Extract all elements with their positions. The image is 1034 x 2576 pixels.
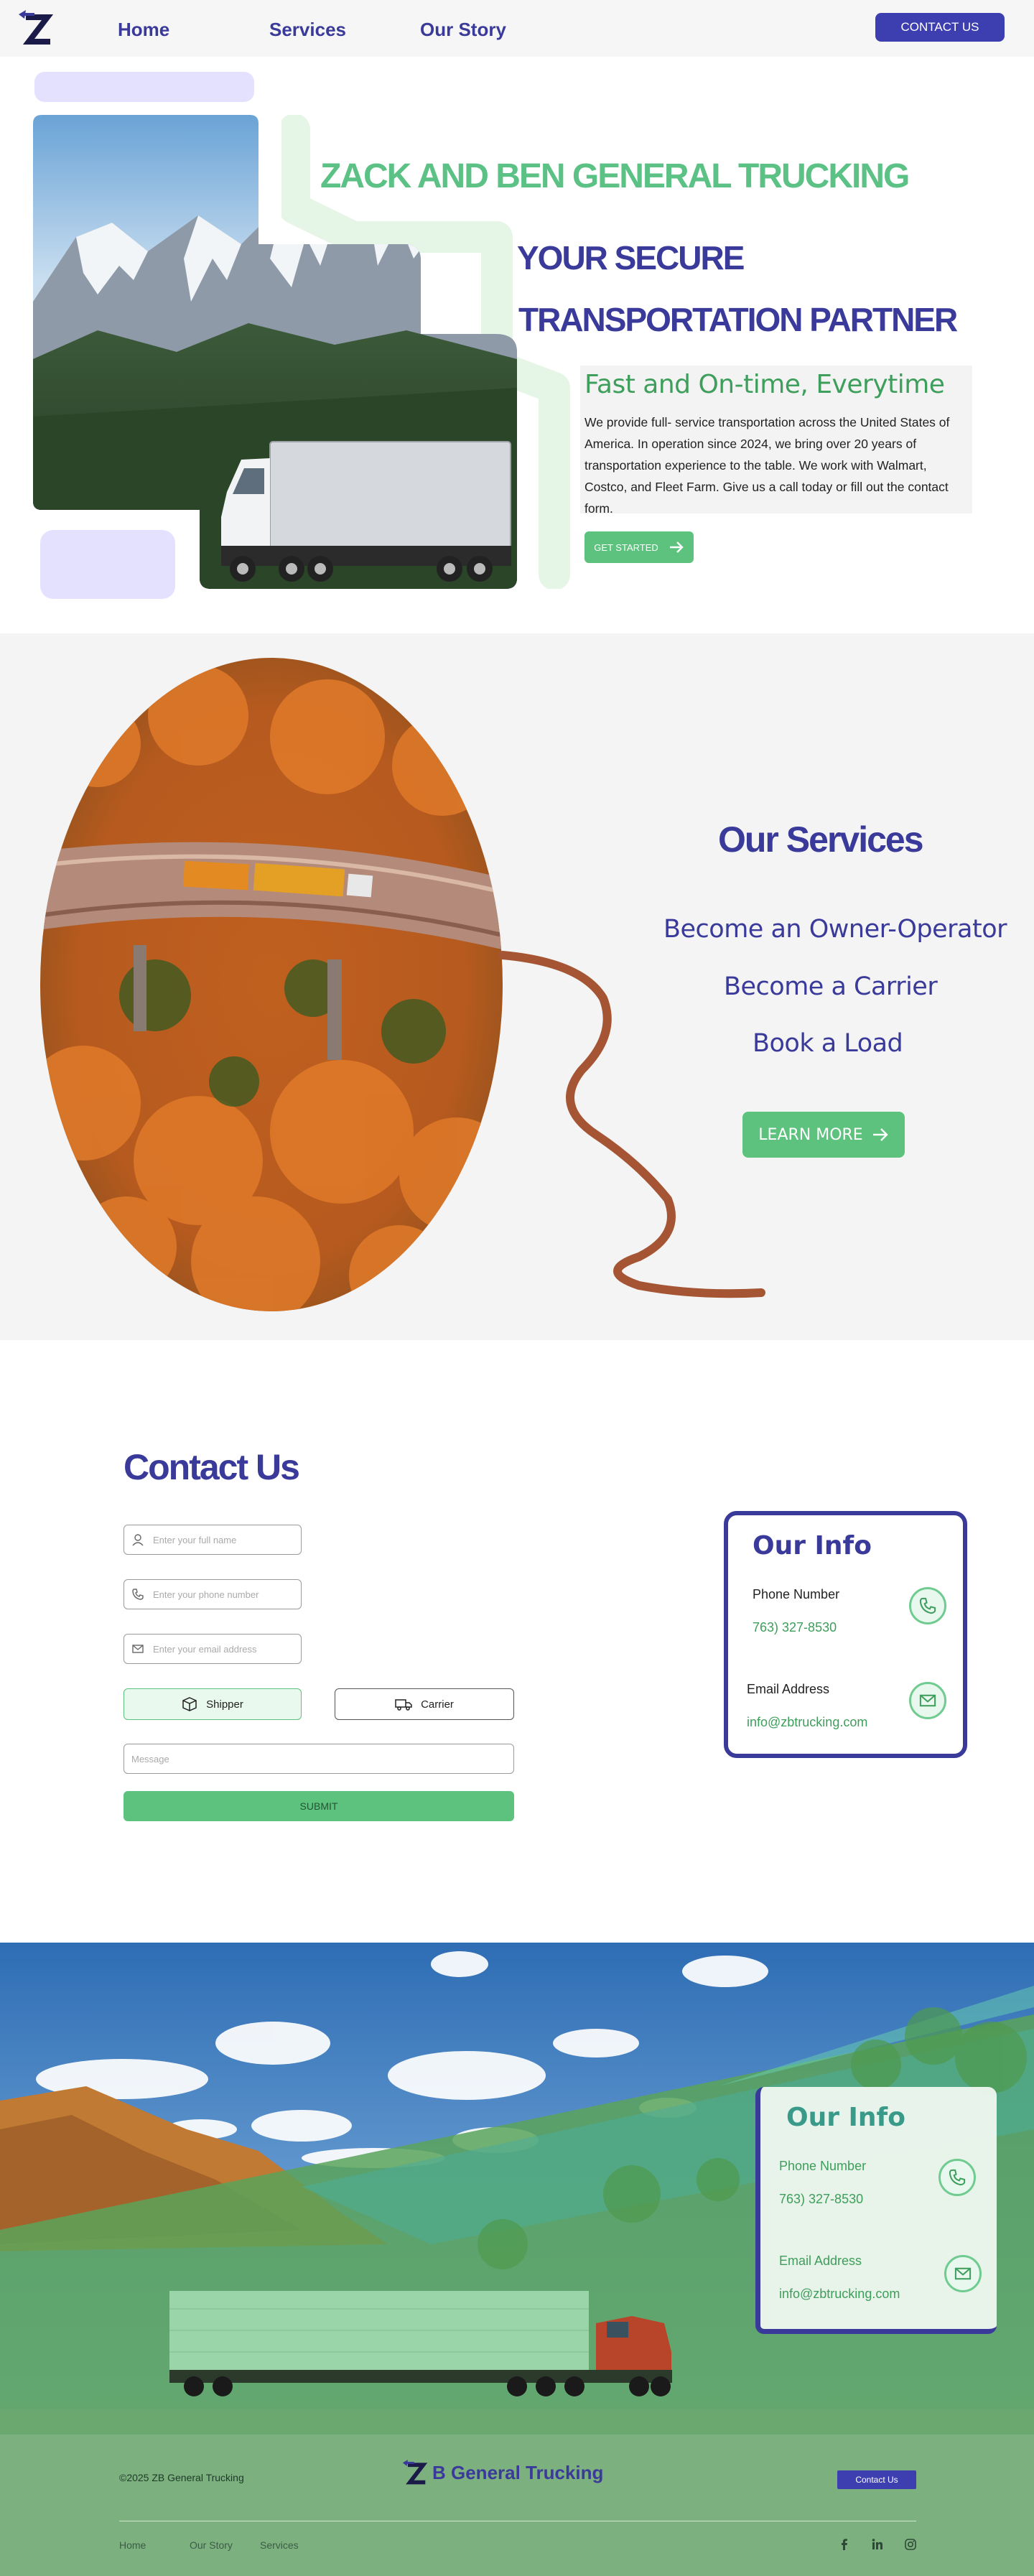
hero-subtitle-line1: YOUR SECURE <box>517 239 745 276</box>
top-navigation: Home Services Our Story CONTACT US <box>0 0 1034 57</box>
carrier-toggle[interactable]: Carrier <box>335 1688 514 1720</box>
page: Home Services Our Story CONTACT US ZACK … <box>0 0 1034 2576</box>
learn-more-button[interactable]: LEARN MORE <box>742 1112 905 1158</box>
arrow-right-icon <box>872 1128 888 1141</box>
footer-copyright: ©2025 ZB General Trucking <box>119 2472 244 2483</box>
hero-info-card: Fast and On-time, Everytime We provide f… <box>580 366 972 516</box>
contact-info-card: Our Info Phone Number 763) 327-8530 Emai… <box>724 1511 967 1758</box>
submit-button[interactable]: SUBMIT <box>124 1791 514 1821</box>
phone-value[interactable]: 763) 327-8530 <box>753 1620 837 1635</box>
footer-email-value[interactable]: info@zbtrucking.com <box>779 2287 900 2302</box>
nav-our-story-link[interactable]: Our Story <box>420 19 506 41</box>
footer-email-label: Email Address <box>779 2254 862 2268</box>
contact-us-button[interactable]: CONTACT US <box>875 13 1005 42</box>
shipper-label: Shipper <box>206 1698 243 1711</box>
message-field[interactable] <box>124 1744 514 1774</box>
footer-info-card: Our Info Phone Number 763) 327-8530 Emai… <box>755 2087 997 2334</box>
nav-home-link[interactable]: Home <box>118 19 169 41</box>
footer-our-story-link[interactable]: Our Story <box>190 2539 233 2551</box>
phone-icon <box>132 1589 144 1600</box>
service-carrier-link[interactable]: Become a Carrier <box>724 972 938 1001</box>
service-owner-operator-link[interactable]: Become an Owner-Operator <box>663 915 1007 944</box>
package-icon <box>182 1697 197 1711</box>
info-title: Our Info <box>753 1531 872 1561</box>
name-field[interactable] <box>124 1525 302 1555</box>
email-value[interactable]: info@zbtrucking.com <box>747 1715 867 1730</box>
zb-logo-icon <box>402 2460 428 2485</box>
hero-tagline: Fast and On-time, Everytime <box>584 370 945 399</box>
truck-icon <box>395 1699 412 1711</box>
service-book-load-link[interactable]: Book a Load <box>753 1029 903 1058</box>
contact-title: Contact Us <box>124 1447 300 1487</box>
carrier-label: Carrier <box>421 1698 454 1711</box>
footer-services-link[interactable]: Services <box>260 2539 299 2551</box>
footer-phone-value[interactable]: 763) 327-8530 <box>779 2192 863 2207</box>
zb-logo-icon[interactable] <box>16 7 56 49</box>
services-title: Our Services <box>718 819 924 860</box>
get-started-label: GET STARTED <box>594 541 658 553</box>
user-icon <box>132 1534 144 1546</box>
footer-mail-icon[interactable] <box>944 2255 982 2292</box>
hero-subtitle-line2: TRANSPORTATION PARTNER <box>518 301 958 338</box>
footer-phone-label: Phone Number <box>779 2159 867 2173</box>
facebook-icon[interactable] <box>837 2537 852 2552</box>
footer-home-link[interactable]: Home <box>119 2539 146 2551</box>
decorative-pill <box>34 72 254 102</box>
arrow-right-icon <box>669 541 684 553</box>
get-started-button[interactable]: GET STARTED <box>584 531 694 563</box>
services-bridge-image <box>40 658 503 1311</box>
message-input[interactable] <box>131 1753 490 1764</box>
email-input[interactable] <box>153 1643 282 1655</box>
footer-contact-button[interactable]: Contact Us <box>837 2470 916 2489</box>
phone-input[interactable] <box>153 1589 282 1600</box>
footer-brand[interactable]: B General Trucking <box>401 2458 603 2488</box>
email-field[interactable] <box>124 1634 302 1664</box>
phone-field[interactable] <box>124 1579 302 1609</box>
footer-brand-text: B General Trucking <box>432 2461 604 2483</box>
email-label: Email Address <box>747 1682 830 1696</box>
nav-services-link[interactable]: Services <box>269 19 346 41</box>
hero-title: ZACK AND BEN GENERAL TRUCKING <box>320 157 910 195</box>
phone-icon[interactable] <box>909 1587 946 1624</box>
linkedin-icon[interactable] <box>870 2537 885 2552</box>
footer-phone-icon[interactable] <box>938 2159 976 2196</box>
footer-info-title: Our Info <box>786 2103 905 2132</box>
mail-icon <box>132 1645 144 1653</box>
instagram-icon[interactable] <box>903 2537 918 2552</box>
name-input[interactable] <box>153 1534 282 1545</box>
learn-more-label: LEARN MORE <box>758 1125 863 1144</box>
hero-description: We provide full- service transportation … <box>584 415 950 516</box>
shipper-toggle[interactable]: Shipper <box>124 1688 302 1720</box>
mail-icon[interactable] <box>909 1682 946 1719</box>
phone-label: Phone Number <box>753 1587 840 1601</box>
